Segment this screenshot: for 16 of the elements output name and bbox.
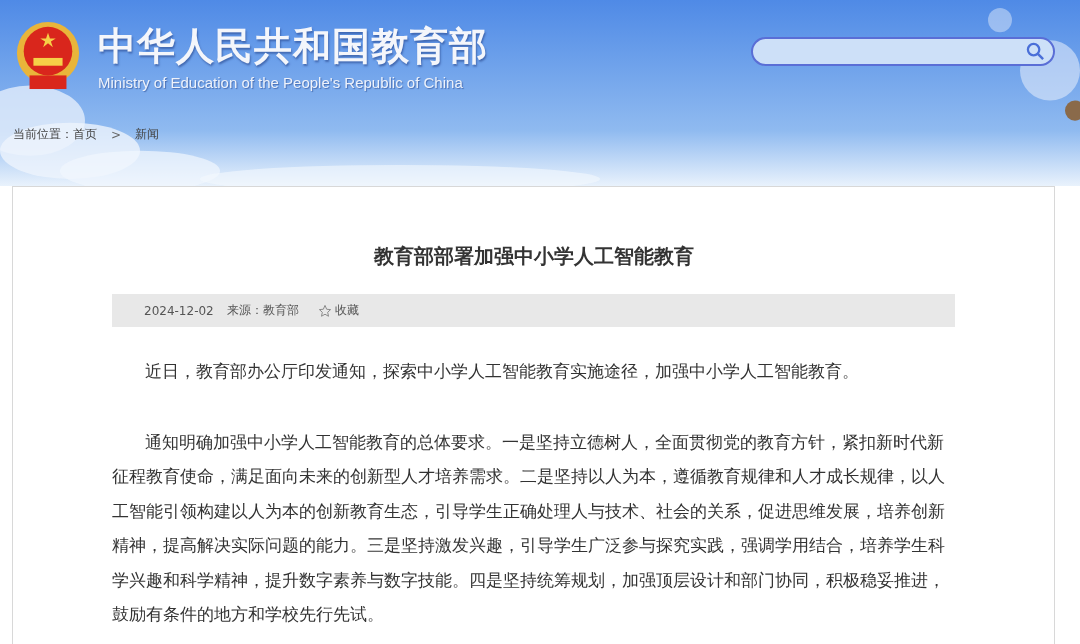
emblem-icon [14,20,82,92]
breadcrumb-separator: > [111,127,122,142]
article-source: 来源：教育部 [226,302,299,319]
site-subtitle: Ministry of Education of the People's Republic of China [98,74,464,91]
breadcrumb-link[interactable]: 新闻 [135,126,160,143]
search-field[interactable] [751,37,1055,66]
site-title: 中华人民共和国教育部 [98,24,488,68]
star-icon[interactable] [317,303,332,318]
favorite-button[interactable]: 收藏 [317,302,359,319]
article-paragraph: 通知明确加强中小学人工智能教育的总体要求。一是坚持立德树人，全面贯彻党的教育方针，紧扣新时代新征程教育使命，满足面向未来的创新型人才培养需求。二是坚持以人为本，遵循教育规律和人才成长规律，以人工智能引领构建以人为本的创新教育生态，引导学生正确处理人与技术、社会的关系，促进思维发展，培养创新精神，提高解决实际问题的能力。三是坚持激发兴趣，引导学生广泛参与探究实践，强调学用结合，培养学生科学兴趣和科学精神，提升数字素养与数字技能。四是坚持统筹规划，加强顶层设计和部门协同，积极稳妥推进，鼓励有条件的地方和学校先行先试。 [112,431,946,626]
article-paragraph: 近日，教育部办公厅印发通知，探索中小学人工智能教育实施途径，加强中小学人工智能教育。 [144,361,860,383]
search-icon[interactable] [1026,42,1045,61]
breadcrumb-label: 当前位置： [13,126,73,143]
article-title: 教育部部署加强中小学人工智能教育 [372,243,695,270]
breadcrumb-link[interactable]: 首页 [73,126,97,143]
publish-date: 2024-12-02 [144,303,214,318]
